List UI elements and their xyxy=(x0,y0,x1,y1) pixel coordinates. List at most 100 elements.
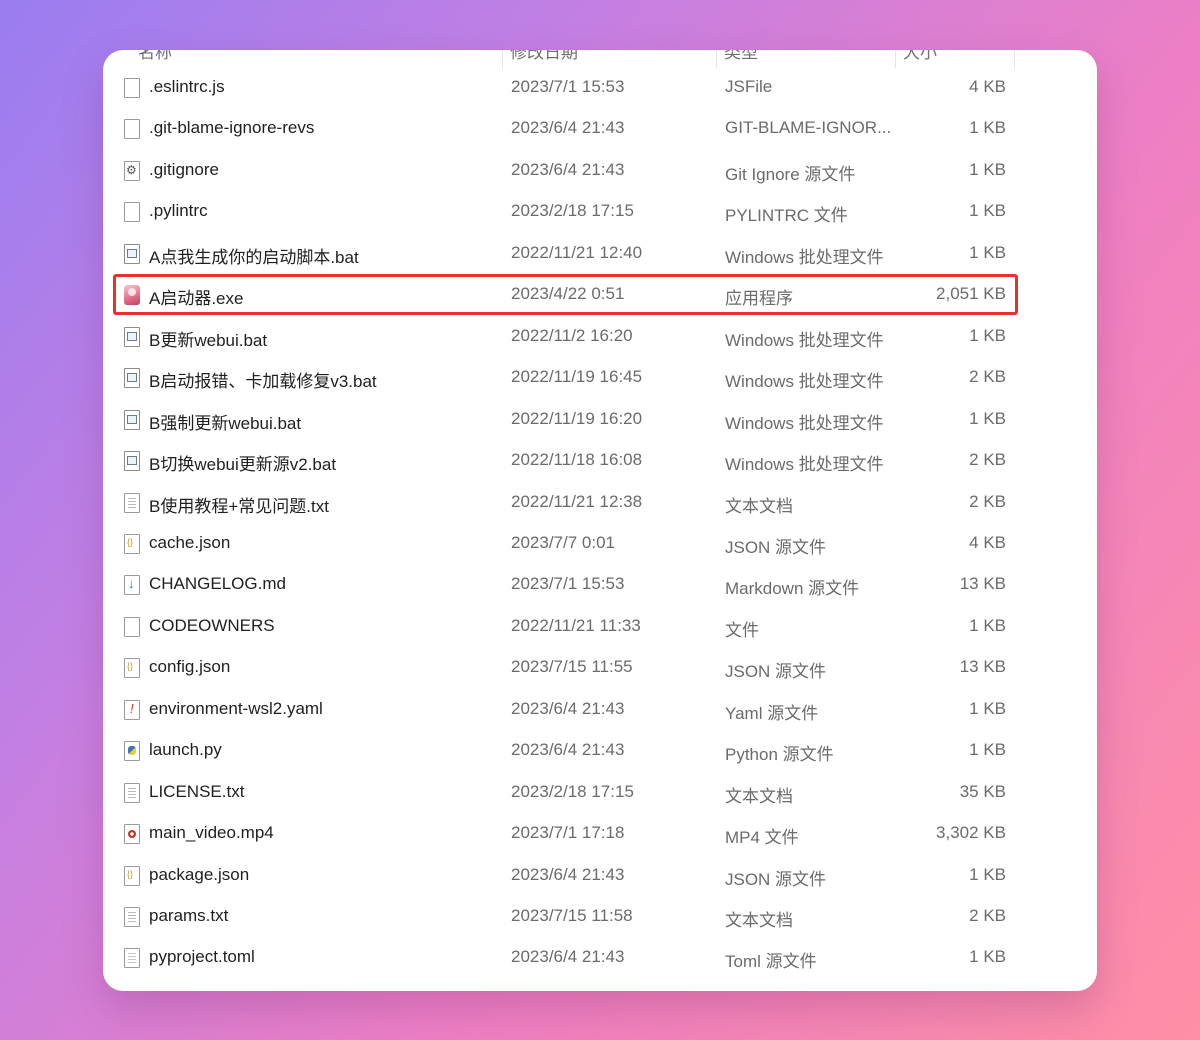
column-divider[interactable] xyxy=(502,50,503,68)
file-modified-date: 2023/6/4 21:43 xyxy=(511,740,625,760)
file-modified-date: 2023/7/15 11:55 xyxy=(511,657,633,677)
file-name: params.txt xyxy=(149,906,229,925)
file-row[interactable]: B切换webui更新源v2.bat 2022/11/18 16:08 Windows… xyxy=(113,440,1018,481)
file-size: 13 KB xyxy=(959,574,1006,594)
file-row-highlighted[interactable]: A启动器.exe 2023/4/22 0:51 应用程序 2,051 KB xyxy=(113,274,1018,316)
file-name: pyproject.toml xyxy=(149,947,255,967)
file-row[interactable]: LICENSE.txt 2023/2/18 17:15 文本文档 35 KB xyxy=(113,772,1018,813)
column-header-size[interactable]: 大小 xyxy=(903,50,937,63)
file-name: .pylintrc xyxy=(149,201,208,221)
file-name: A点我生成你的启动脚本.bat xyxy=(149,247,359,267)
file-name: .git-blame-ignore-revs xyxy=(149,118,315,138)
column-header-type[interactable]: 类型 xyxy=(724,50,758,63)
file-type: MP4 文件 xyxy=(725,828,799,848)
file-modified-date: 2022/11/2 16:20 xyxy=(511,325,633,345)
json-file-icon xyxy=(124,865,140,886)
file-modified-date: 2022/11/19 16:45 xyxy=(511,367,643,387)
file-type: 文件 xyxy=(725,620,759,640)
markdown-file-icon xyxy=(124,575,140,596)
file-modified-date: 2023/7/15 11:58 xyxy=(511,906,633,925)
file-modified-date: 2023/6/4 21:43 xyxy=(511,947,625,967)
file-row[interactable]: pyproject.toml 2023/6/4 21:43 Toml 源文件 1 KB xyxy=(113,937,1018,978)
file-name: package.json xyxy=(149,864,250,884)
file-row[interactable]: cache.json 2023/7/7 0:01 JSON 源文件 4 KB xyxy=(113,523,1018,564)
file-size: 1 KB xyxy=(969,740,1006,760)
file-row[interactable]: environment-wsl2.yaml 2023/6/4 21:43 Yaml … xyxy=(113,689,1018,730)
file-modified-date: 2022/11/21 11:33 xyxy=(511,615,641,635)
blank-file-icon xyxy=(124,119,140,140)
file-modified-date: 2023/7/7 0:01 xyxy=(511,532,615,552)
file-name: config.json xyxy=(149,657,231,677)
file-size: 4 KB xyxy=(969,532,1006,552)
file-row[interactable]: main_video.mp4 2023/7/1 17:18 MP4 文件 3,302 … xyxy=(113,813,1018,854)
file-row[interactable]: B使用教程+常见问题.txt 2022/11/21 12:38 文本文档 2 KB xyxy=(113,482,1018,523)
column-divider[interactable] xyxy=(716,50,717,68)
column-divider[interactable] xyxy=(1014,50,1015,68)
file-row[interactable]: CODEOWNERS 2022/11/21 11:33 文件 1 KB xyxy=(113,606,1018,647)
json-file-icon xyxy=(124,533,140,554)
file-modified-date: 2022/11/21 12:40 xyxy=(511,242,643,262)
file-name: B使用教程+常见问题.txt xyxy=(149,496,329,516)
text-file-icon xyxy=(124,782,140,803)
text-file-icon xyxy=(124,907,140,927)
file-row[interactable]: .eslintrc.js 2023/7/1 15:53 JSFile 4 KB xyxy=(113,67,1018,108)
file-modified-date: 2023/6/4 21:43 xyxy=(511,864,625,884)
file-row[interactable]: B启动报错、卡加载修复v3.bat 2022/11/19 16:45 Windows… xyxy=(113,357,1018,398)
file-row[interactable]: A点我生成你的启动脚本.bat 2022/11/21 12:40 Windows 批… xyxy=(113,233,1018,274)
toml-file-icon xyxy=(124,948,140,969)
file-name: B启动报错、卡加载修复v3.bat xyxy=(149,372,377,392)
file-name: .eslintrc.js xyxy=(149,77,225,96)
file-name: CODEOWNERS xyxy=(149,615,275,635)
file-row[interactable]: config.json 2023/7/15 11:55 JSON 源文件 13 KB xyxy=(113,647,1018,688)
file-row[interactable]: B更新webui.bat 2022/11/2 16:20 Windows 批处理文件… xyxy=(113,316,1018,357)
file-size: 1 KB xyxy=(969,201,1006,221)
video-file-icon xyxy=(124,824,140,845)
file-size: 2 KB xyxy=(969,367,1006,387)
file-row[interactable]: .gitignore 2023/6/4 21:43 Git Ignore 源文件 1 … xyxy=(113,150,1018,191)
file-type: PYLINTRC 文件 xyxy=(725,206,848,226)
blank-file-icon xyxy=(124,78,140,98)
file-type: JSFile xyxy=(725,77,773,96)
file-type: 文本文档 xyxy=(725,786,793,806)
python-file-icon xyxy=(124,741,140,762)
file-modified-date: 2022/11/21 12:38 xyxy=(511,491,643,511)
file-row[interactable]: B强制更新webui.bat 2022/11/19 16:20 Windows 批处… xyxy=(113,399,1018,440)
file-size: 1 KB xyxy=(969,947,1006,967)
file-row[interactable]: launch.py 2023/6/4 21:43 Python 源文件 1 KB xyxy=(113,730,1018,771)
batch-file-icon xyxy=(124,409,140,430)
file-size: 2,051 KB xyxy=(936,284,1006,304)
column-divider[interactable] xyxy=(895,50,896,68)
file-explorer-window: 名称 修改日期 类型 大小 .eslintrc.js 2023/7/1 15:53… xyxy=(103,50,1097,991)
gear-file-icon xyxy=(124,160,140,181)
file-name: LICENSE.txt xyxy=(149,781,245,801)
file-modified-date: 2023/6/4 21:43 xyxy=(511,159,625,179)
column-header-name[interactable]: 名称 xyxy=(138,50,172,63)
file-size: 1 KB xyxy=(969,698,1006,718)
column-header-date[interactable]: 修改日期 xyxy=(510,50,578,63)
file-type: Markdown 源文件 xyxy=(725,579,860,599)
text-file-icon xyxy=(124,492,140,513)
file-size: 1 KB xyxy=(969,159,1006,179)
batch-file-icon xyxy=(124,326,140,347)
file-size: 1 KB xyxy=(969,242,1006,262)
file-row[interactable]: package.json 2023/6/4 21:43 JSON 源文件 1 KB xyxy=(113,855,1018,896)
file-size: 1 KB xyxy=(969,118,1006,138)
file-type: GIT-BLAME-IGNOR... xyxy=(725,118,892,138)
file-row[interactable]: .git-blame-ignore-revs 2023/6/4 21:43 GIT-… xyxy=(113,108,1018,149)
file-modified-date: 2023/6/4 21:43 xyxy=(511,118,625,138)
file-type: Python 源文件 xyxy=(725,745,834,765)
file-name: environment-wsl2.yaml xyxy=(149,698,323,718)
file-row[interactable]: CHANGELOG.md 2023/7/1 15:53 Markdown 源文件 13… xyxy=(113,564,1018,605)
file-size: 1 KB xyxy=(969,864,1006,884)
batch-file-icon xyxy=(124,243,140,264)
file-name: launch.py xyxy=(149,740,222,760)
file-modified-date: 2023/7/1 15:53 xyxy=(511,574,625,594)
file-size: 3,302 KB xyxy=(936,823,1006,843)
file-row[interactable]: .pylintrc 2023/2/18 17:15 PYLINTRC 文件 1 KB xyxy=(113,191,1018,232)
file-size: 2 KB xyxy=(969,450,1006,470)
blank-file-icon xyxy=(124,202,140,223)
file-size: 2 KB xyxy=(969,906,1006,925)
file-modified-date: 2023/2/18 17:15 xyxy=(511,201,634,221)
file-size: 1 KB xyxy=(969,325,1006,345)
file-row[interactable]: params.txt 2023/7/15 11:58 文本文档 2 KB xyxy=(113,896,1018,937)
